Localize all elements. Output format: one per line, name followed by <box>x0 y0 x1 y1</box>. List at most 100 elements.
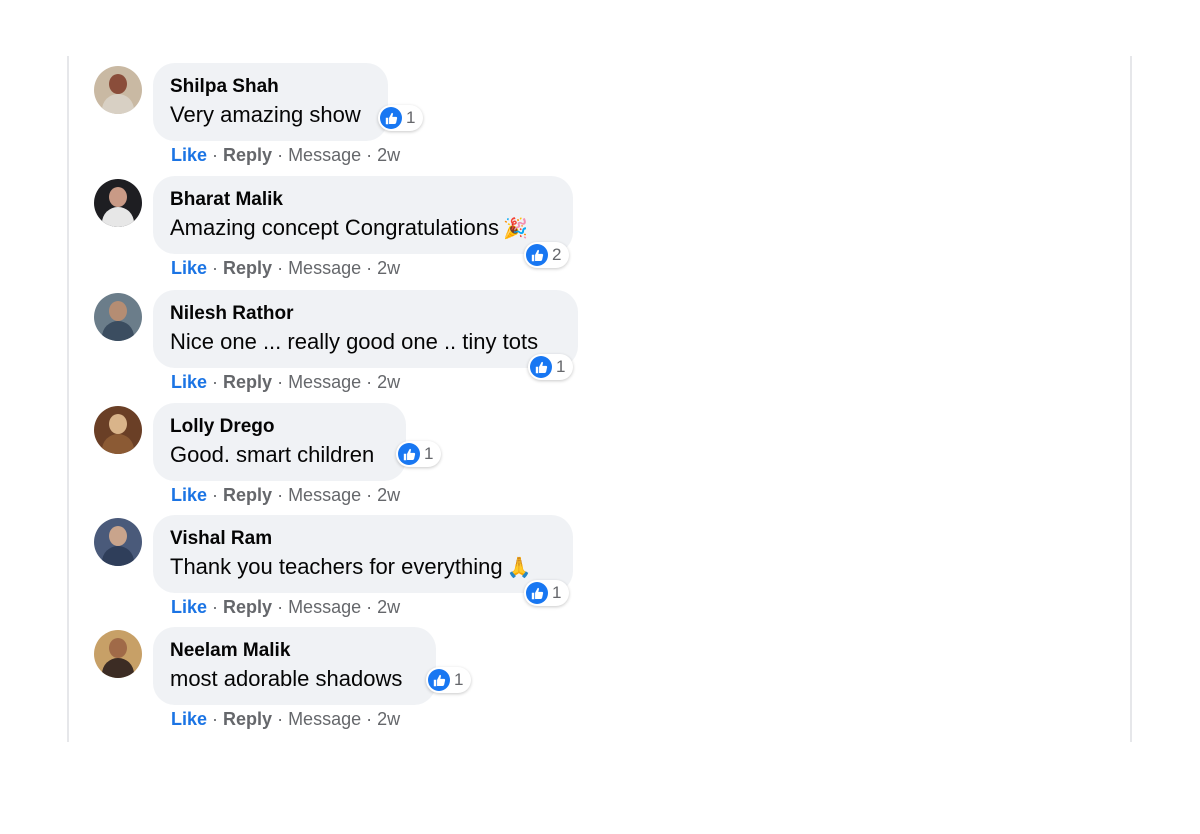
reaction-count-pill[interactable]: 1 <box>426 667 472 693</box>
message-button[interactable]: Message <box>288 258 361 278</box>
reply-button[interactable]: Reply <box>223 709 272 729</box>
reply-button[interactable]: Reply <box>223 258 272 278</box>
avatar-head <box>109 638 127 658</box>
separator-dot: · <box>212 485 219 505</box>
comment-actions: Like · Reply · Message · 2w <box>171 708 400 730</box>
comment-bubble: Lolly Drego Good. smart children <box>153 403 406 481</box>
message-button[interactable]: Message <box>288 709 361 729</box>
separator-dot: · <box>277 145 284 165</box>
like-reaction-icon <box>428 669 450 691</box>
reaction-count-pill[interactable]: 1 <box>378 105 424 131</box>
feed-border-left <box>67 56 69 742</box>
comment-timestamp[interactable]: 2w <box>377 485 400 505</box>
separator-dot: · <box>212 597 219 617</box>
reaction-count: 1 <box>454 670 464 689</box>
comment-actions: Like · Reply · Message · 2w <box>171 596 400 618</box>
comment-author[interactable]: Nilesh Rathor <box>170 302 560 326</box>
comment-bubble: Vishal Ram Thank you teachers for everyt… <box>153 515 573 593</box>
comment-author[interactable]: Vishal Ram <box>170 527 555 551</box>
reaction-count: 2 <box>552 245 562 264</box>
comment-item: Lolly Drego Good. smart children 1 Like ·… <box>94 398 794 505</box>
comment-timestamp[interactable]: 2w <box>377 372 400 392</box>
comment-author[interactable]: Bharat Malik <box>170 188 555 212</box>
comment-actions: Like · Reply · Message · 2w <box>171 257 400 279</box>
like-reaction-icon <box>526 582 548 604</box>
avatar[interactable] <box>94 406 142 454</box>
separator-dot: · <box>366 145 373 165</box>
comment-item: Shilpa Shah Very amazing show 1 Like · Rep… <box>94 58 794 165</box>
avatar[interactable] <box>94 179 142 227</box>
comment-item: Neelam Malik most adorable shadows 1 Lik… <box>94 622 794 729</box>
reaction-count: 1 <box>406 108 416 127</box>
comment-body: Good. smart children <box>170 442 375 467</box>
comment-author[interactable]: Neelam Malik <box>170 639 418 663</box>
avatar-head <box>109 74 127 94</box>
avatar-head <box>109 414 127 434</box>
comment-text: Very amazing show <box>170 101 370 129</box>
separator-dot: · <box>277 372 284 392</box>
reaction-count-pill[interactable]: 1 <box>396 441 442 467</box>
separator-dot: · <box>366 709 373 729</box>
comment-bubble: Neelam Malik most adorable shadows <box>153 627 436 705</box>
separator-dot: · <box>212 145 219 165</box>
separator-dot: · <box>277 485 284 505</box>
comment-timestamp[interactable]: 2w <box>377 145 400 165</box>
avatar[interactable] <box>94 630 142 678</box>
avatar[interactable] <box>94 293 142 341</box>
separator-dot: · <box>277 597 284 617</box>
reply-button[interactable]: Reply <box>223 597 272 617</box>
comment-timestamp[interactable]: 2w <box>377 258 400 278</box>
comment-text: Thank you teachers for everything 🙏 <box>170 553 555 582</box>
reply-button[interactable]: Reply <box>223 145 272 165</box>
comment-body: Nice one ... really good one .. tiny tot… <box>170 329 539 354</box>
comment-item: Nilesh Rathor Nice one ... really good o… <box>94 285 794 392</box>
like-button[interactable]: Like <box>171 597 207 617</box>
separator-dot: · <box>366 372 373 392</box>
reaction-count-pill[interactable]: 2 <box>524 242 570 268</box>
message-button[interactable]: Message <box>288 597 361 617</box>
message-button[interactable]: Message <box>288 372 361 392</box>
avatar[interactable] <box>94 66 142 114</box>
separator-dot: · <box>212 709 219 729</box>
comment-bubble: Nilesh Rathor Nice one ... really good o… <box>153 290 578 368</box>
separator-dot: · <box>277 258 284 278</box>
reaction-count-pill[interactable]: 1 <box>524 580 570 606</box>
like-button[interactable]: Like <box>171 372 207 392</box>
message-button[interactable]: Message <box>288 485 361 505</box>
comment-item: Vishal Ram Thank you teachers for everyt… <box>94 510 794 617</box>
avatar-head <box>109 301 127 321</box>
reply-button[interactable]: Reply <box>223 485 272 505</box>
comment-text: Good. smart children <box>170 441 388 469</box>
like-button[interactable]: Like <box>171 709 207 729</box>
message-button[interactable]: Message <box>288 145 361 165</box>
comment-actions: Like · Reply · Message · 2w <box>171 371 400 393</box>
separator-dot: · <box>366 597 373 617</box>
comment-body: Amazing concept Congratulations <box>170 215 499 240</box>
reaction-count: 1 <box>552 583 562 602</box>
separator-dot: · <box>366 485 373 505</box>
separator-dot: · <box>366 258 373 278</box>
reaction-count: 1 <box>556 357 566 376</box>
avatar-head <box>109 526 127 546</box>
comment-timestamp[interactable]: 2w <box>377 709 400 729</box>
comment-timestamp[interactable]: 2w <box>377 597 400 617</box>
comment-author[interactable]: Lolly Drego <box>170 415 388 439</box>
like-reaction-icon <box>398 443 420 465</box>
comment-item: Bharat Malik Amazing concept Congratulat… <box>94 171 794 278</box>
separator-dot: · <box>212 258 219 278</box>
comment-author[interactable]: Shilpa Shah <box>170 75 370 99</box>
comment-text: Nice one ... really good one .. tiny tot… <box>170 328 560 356</box>
like-reaction-icon <box>380 107 402 129</box>
reply-button[interactable]: Reply <box>223 372 272 392</box>
comment-body: Very amazing show <box>170 102 361 127</box>
separator-dot: · <box>277 709 284 729</box>
comment-body: Thank you teachers for everything <box>170 554 503 579</box>
reaction-count-pill[interactable]: 1 <box>528 354 574 380</box>
like-button[interactable]: Like <box>171 258 207 278</box>
like-reaction-icon <box>530 356 552 378</box>
feed-border-right <box>1130 56 1132 742</box>
like-button[interactable]: Like <box>171 145 207 165</box>
avatar[interactable] <box>94 518 142 566</box>
comment-emoji: 🎉 <box>502 218 528 240</box>
like-button[interactable]: Like <box>171 485 207 505</box>
